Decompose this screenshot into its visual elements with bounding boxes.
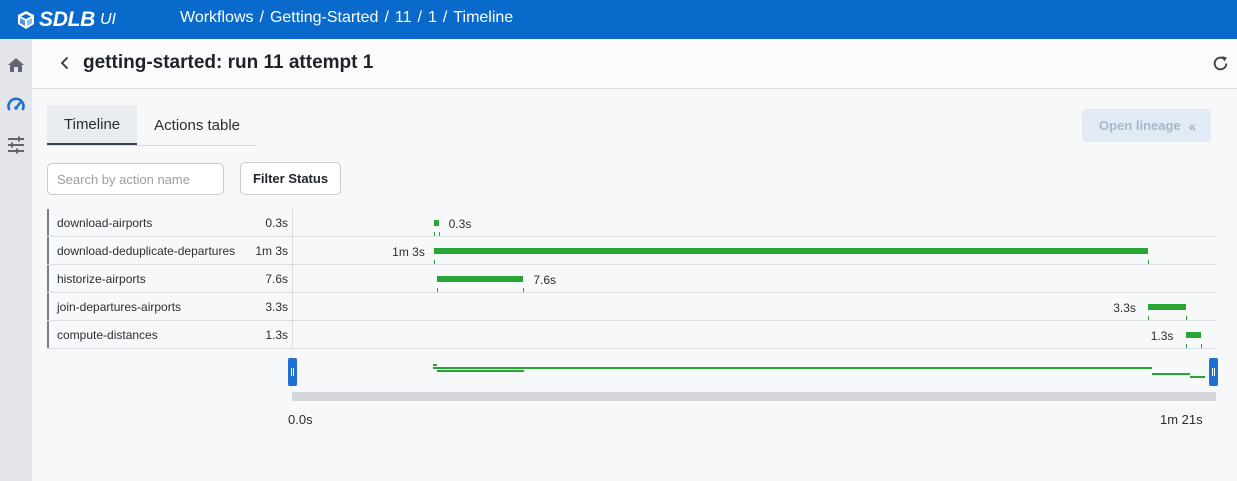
breadcrumb-current: Timeline (453, 9, 514, 26)
tab-actions-table[interactable]: Actions table (137, 105, 257, 145)
timeline-scrollbar[interactable] (292, 392, 1216, 401)
bar-duration-label: 0.3s (448, 217, 472, 231)
action-name: join-departures-airports (57, 300, 182, 314)
cube-logo-icon (18, 10, 34, 29)
action-duration: 1.3s (265, 328, 288, 342)
bar-tick (1148, 316, 1150, 320)
breadcrumb-project[interactable]: Getting-Started (270, 9, 379, 27)
timeline-row[interactable]: historize-airports 7.6s 7.6s (47, 265, 1217, 293)
bar-duration-label: 7.6s (533, 273, 556, 287)
double-chevron-left-icon: ‹‹ (1188, 117, 1196, 134)
breadcrumb-run[interactable]: 11 (395, 9, 412, 27)
home-icon (8, 58, 24, 72)
breadcrumb-attempt[interactable]: 1 (428, 9, 437, 27)
timeline-row[interactable]: download-deduplicate-departures 1m 3s 1m 3… (47, 237, 1217, 265)
axis-max-label: 1m 21s (1160, 412, 1203, 427)
duration-bar[interactable] (1185, 332, 1201, 338)
action-duration: 7.6s (265, 272, 288, 286)
action-name: historize-airports (57, 272, 146, 286)
open-lineage-label: Open lineage (1099, 118, 1181, 133)
sliders-icon (8, 136, 24, 154)
action-name: compute-distances (57, 328, 158, 342)
page-header: getting-started: run 11 attempt 1 (32, 39, 1237, 89)
sidebar (0, 39, 32, 481)
duration-bar[interactable] (1148, 304, 1186, 310)
view-tabs: Timeline Actions table (47, 105, 258, 146)
bar-duration-label: 1m 3s (392, 245, 425, 259)
dashboard-icon (7, 97, 25, 111)
overview-bar (1152, 373, 1190, 375)
action-name: download-deduplicate-departures (57, 244, 236, 258)
search-input[interactable] (47, 163, 224, 195)
action-duration: 3.3s (265, 300, 288, 314)
chevron-left-icon[interactable] (56, 53, 72, 73)
action-duration: 1m 3s (255, 244, 288, 258)
sidebar-item-settings[interactable] (0, 135, 32, 155)
sidebar-item-dashboard[interactable] (0, 95, 32, 115)
duration-bar[interactable] (437, 276, 524, 282)
axis-min-label: 0.0s (288, 412, 313, 427)
action-duration: 0.3s (265, 216, 288, 230)
open-lineage-button[interactable]: Open lineage ‹‹ (1082, 109, 1211, 142)
top-app-bar: SDLB UI Workflows / Getting-Started/ 11/ … (0, 0, 1237, 39)
bar-tick (1200, 344, 1202, 348)
main-content: getting-started: run 11 attempt 1 Timeli… (32, 39, 1237, 481)
logo-subtext: UI (99, 10, 116, 28)
bar-duration-label: 3.3s (1113, 301, 1136, 315)
overview-bar (1189, 376, 1205, 378)
range-start-handle[interactable] (288, 358, 297, 386)
bar-tick (523, 288, 525, 292)
bar-tick (437, 288, 439, 292)
duration-bar[interactable] (433, 220, 439, 226)
timeline-overview (288, 358, 1218, 396)
breadcrumb: Workflows / Getting-Started/ 11/ 1/ Timel… (180, 9, 514, 27)
logo-text: SDLB (39, 7, 95, 31)
action-name: download-airports (57, 216, 153, 230)
bar-tick (433, 232, 435, 236)
app-logo[interactable]: SDLB UI (16, 8, 116, 32)
bar-tick (438, 232, 440, 236)
page-title: getting-started: run 11 attempt 1 (83, 52, 374, 73)
bar-duration-label: 1.3s (1150, 329, 1174, 343)
timeline-row[interactable]: download-airports 0.3s 0.3s (47, 209, 1217, 237)
refresh-icon[interactable] (1212, 55, 1229, 72)
bar-tick (1185, 316, 1187, 320)
duration-bar[interactable] (433, 248, 1149, 254)
breadcrumb-workflows[interactable]: Workflows (180, 9, 254, 27)
bar-tick (433, 260, 435, 264)
overview-bar (433, 367, 1153, 369)
tab-timeline[interactable]: Timeline (47, 105, 138, 145)
filter-status-button[interactable]: Filter Status (240, 162, 341, 195)
overview-bar (433, 364, 438, 366)
bar-tick (1185, 344, 1187, 348)
overview-bar (436, 370, 524, 372)
timeline-row[interactable]: join-departures-airports 3.3s 3.3s (47, 293, 1217, 321)
timeline-row[interactable]: compute-distances 1.3s 1.3s (47, 321, 1217, 349)
sidebar-item-home[interactable] (0, 55, 32, 75)
bar-tick (1148, 260, 1150, 264)
range-end-handle[interactable] (1209, 358, 1218, 386)
